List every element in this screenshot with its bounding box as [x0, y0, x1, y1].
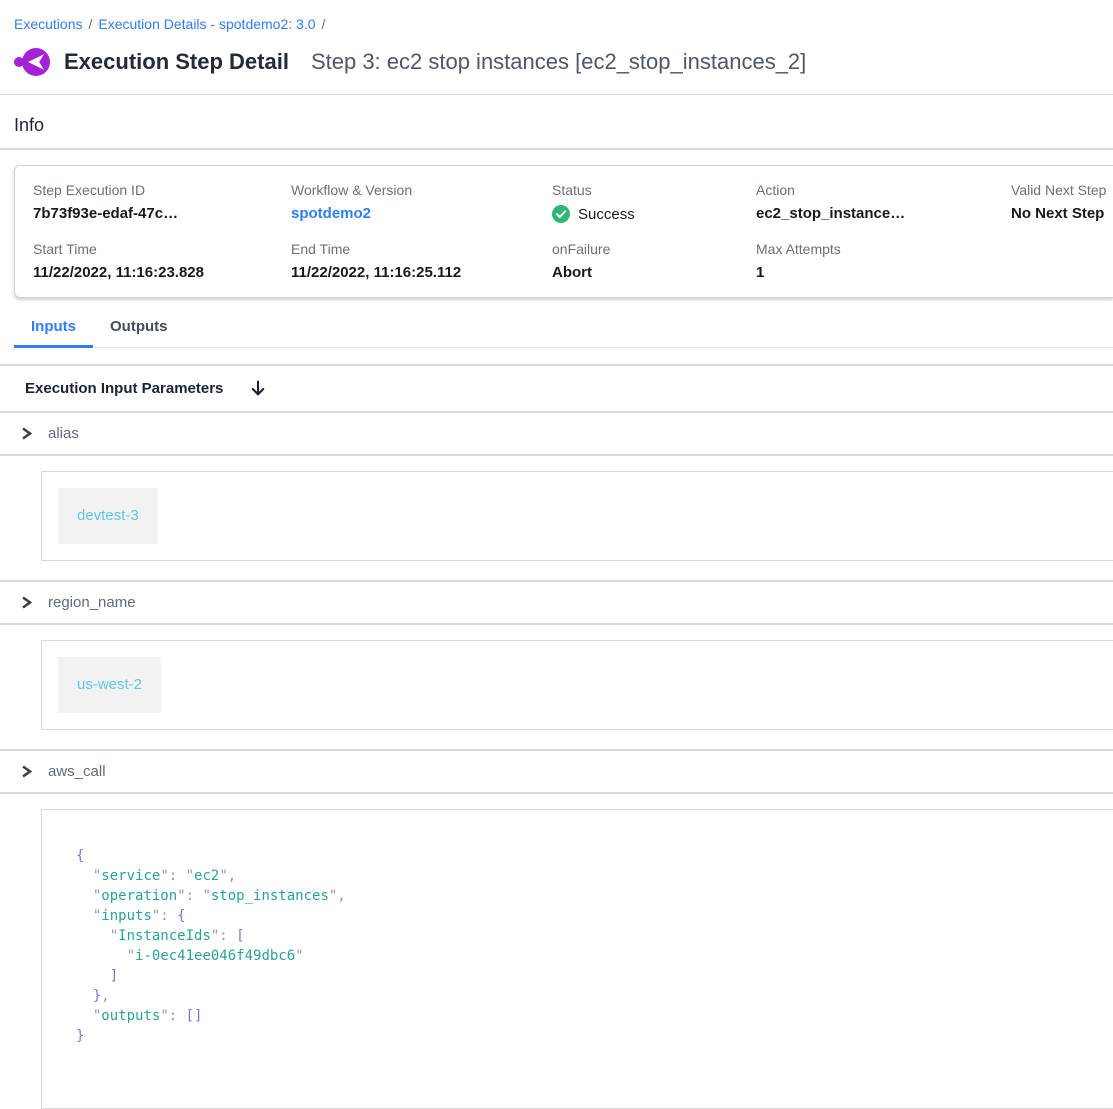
field-value: 11/22/2022, 11:16:23.828 — [33, 264, 291, 281]
param-name: region_name — [48, 594, 136, 611]
param-section-aws-call[interactable]: aws_call — [0, 751, 1113, 794]
field-value: ec2_stop_instance… — [756, 205, 1011, 222]
param-name: alias — [48, 425, 79, 442]
field-start-time: Start Time 11/22/2022, 11:16:23.828 — [33, 241, 291, 281]
page-header: Execution Step Detail Step 3: ec2 stop i… — [0, 32, 1113, 94]
chevron-right-icon — [20, 426, 33, 441]
field-label: onFailure — [552, 241, 756, 257]
param-body-aws-call: { "service": "ec2", "operation": "stop_i… — [0, 794, 1113, 1109]
field-value: 1 — [756, 264, 1011, 281]
field-status: Status Success — [552, 182, 756, 223]
success-check-icon — [552, 205, 570, 223]
status-badge: Success — [578, 206, 635, 223]
breadcrumb-link-execution-details[interactable]: Execution Details - spotdemo2: 3.0 — [98, 16, 315, 32]
field-value: 7b73f93e-edaf-47c… — [33, 205, 291, 222]
divider — [0, 148, 1113, 150]
chevron-right-icon — [20, 595, 33, 610]
field-valid-next-step: Valid Next Step No Next Step — [1011, 182, 1113, 223]
workflow-link[interactable]: spotdemo2 — [291, 205, 552, 222]
breadcrumb-separator: / — [82, 16, 98, 32]
field-end-time: End Time 11/22/2022, 11:16:25.112 — [291, 241, 552, 281]
field-workflow-version: Workflow & Version spotdemo2 — [291, 182, 552, 223]
param-section-alias[interactable]: alias — [0, 413, 1113, 456]
param-body-region-name: us-west-2 — [0, 625, 1113, 751]
field-label: Step Execution ID — [33, 182, 291, 198]
chevron-right-icon — [20, 764, 33, 779]
breadcrumb-separator: / — [316, 16, 332, 32]
json-code: { "service": "ec2", "operation": "stop_i… — [76, 846, 1097, 1046]
field-max-attempts: Max Attempts 1 — [756, 241, 1011, 281]
field-label: Valid Next Step — [1011, 182, 1113, 198]
params-heading: Execution Input Parameters — [25, 380, 223, 397]
json-code-block: { "service": "ec2", "operation": "stop_i… — [41, 809, 1113, 1109]
page-title: Execution Step Detail — [64, 49, 289, 75]
field-label: Start Time — [33, 241, 291, 257]
field-label: Status — [552, 182, 756, 198]
param-name: aws_call — [48, 763, 106, 780]
field-value: 11/22/2022, 11:16:25.112 — [291, 264, 552, 281]
tab-outputs[interactable]: Outputs — [93, 310, 185, 348]
page-subtitle: Step 3: ec2 stop instances [ec2_stop_ins… — [311, 49, 806, 75]
breadcrumb-link-executions[interactable]: Executions — [14, 16, 82, 32]
field-label: Max Attempts — [756, 241, 1011, 257]
field-label: Action — [756, 182, 1011, 198]
tab-bar: Inputs Outputs — [14, 310, 1113, 348]
field-on-failure: onFailure Abort — [552, 241, 756, 281]
execution-input-parameters-header: Execution Input Parameters — [0, 364, 1113, 413]
field-value: Abort — [552, 264, 756, 281]
tab-inputs[interactable]: Inputs — [14, 310, 93, 348]
app-logo-icon — [14, 47, 51, 77]
field-step-execution-id: Step Execution ID 7b73f93e-edaf-47c… — [33, 182, 291, 223]
breadcrumb: Executions/Execution Details - spotdemo2… — [0, 0, 1113, 32]
field-value: No Next Step — [1011, 205, 1113, 222]
info-section-heading: Info — [0, 95, 1113, 148]
param-value-chip: devtest-3 — [58, 488, 158, 544]
field-label: End Time — [291, 241, 552, 257]
param-body-alias: devtest-3 — [0, 456, 1113, 582]
info-card: Step Execution ID 7b73f93e-edaf-47c… Wor… — [14, 165, 1113, 298]
field-label: Workflow & Version — [291, 182, 552, 198]
field-action: Action ec2_stop_instance… — [756, 182, 1011, 223]
param-section-region-name[interactable]: region_name — [0, 582, 1113, 625]
expand-all-arrow-icon[interactable] — [249, 379, 267, 398]
param-value-chip: us-west-2 — [58, 657, 161, 713]
